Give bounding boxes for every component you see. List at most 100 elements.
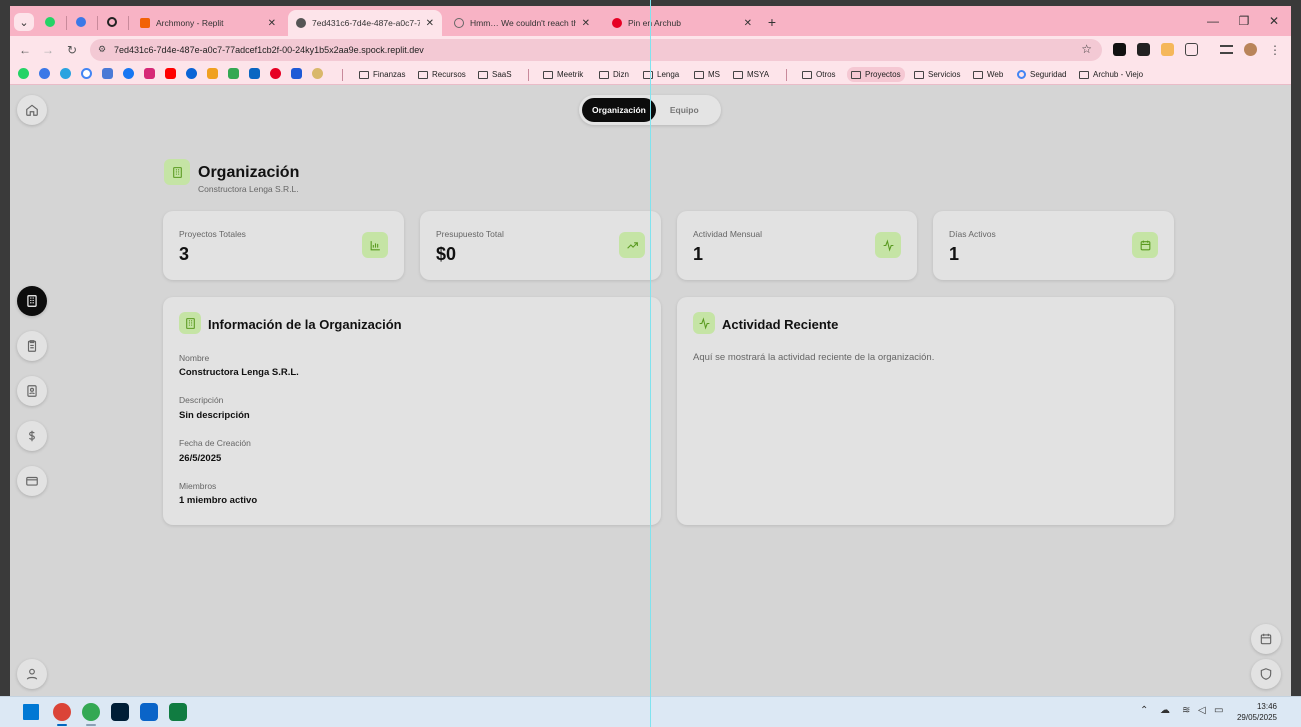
- bookmark-folder[interactable]: Web: [973, 67, 1003, 82]
- maximize-button[interactable]: ❐: [1230, 11, 1258, 31]
- calendar-bookmark-icon[interactable]: [102, 68, 113, 79]
- instagram-icon[interactable]: [144, 68, 155, 79]
- chrome-icon[interactable]: [53, 703, 71, 721]
- contact-card-icon: [27, 385, 37, 397]
- battery-icon[interactable]: ▭: [1214, 705, 1223, 716]
- onedrive-icon[interactable]: ☁: [1160, 705, 1170, 716]
- bookmark-folder[interactable]: Dizn: [599, 67, 629, 82]
- onedrive-icon[interactable]: [186, 68, 197, 79]
- bookmark-folder[interactable]: Meetrik: [543, 67, 583, 82]
- linkedin-icon[interactable]: [249, 68, 260, 79]
- address-bar[interactable]: ⚙ 7ed431c6-7d4e-487e-a0c7-77adcef1cb2f-0…: [90, 39, 1102, 61]
- bookmark-star-icon[interactable]: ☆: [1081, 42, 1092, 56]
- bookmark-folder[interactable]: Finanzas: [359, 67, 405, 82]
- behance-icon[interactable]: [291, 68, 302, 79]
- bookmark-folder[interactable]: Proyectos: [847, 67, 905, 82]
- telegram-icon[interactable]: [60, 68, 71, 79]
- outlook-icon[interactable]: [140, 703, 158, 721]
- pinterest-icon: [612, 18, 622, 28]
- panel-icon-box: [693, 312, 715, 334]
- bookmark-folder[interactable]: Otros: [802, 67, 836, 82]
- forward-arrow-icon[interactable]: →: [39, 41, 57, 59]
- extension-icon[interactable]: [1137, 43, 1150, 56]
- tab-error-page[interactable]: Hmm… We couldn't reach this page ✕: [446, 10, 598, 36]
- bookmark-folder[interactable]: Lenga: [643, 67, 679, 82]
- photoshop-icon[interactable]: [111, 703, 129, 721]
- close-icon[interactable]: ✕: [744, 18, 752, 29]
- home-button[interactable]: [17, 95, 47, 125]
- volume-icon[interactable]: ◁: [1198, 705, 1206, 716]
- field-value: 1 miembro activo: [179, 495, 258, 506]
- tab-title: 7ed431c6-7d4e-487e-a0c7-77adcef1cb2f: [312, 18, 420, 28]
- tab-title: Archmony - Replit: [156, 18, 224, 28]
- calendar-button[interactable]: [1251, 624, 1281, 654]
- stat-card-presupuesto: Presupuesto Total $0: [420, 211, 661, 280]
- active-indicator: [57, 724, 67, 726]
- field-label: Descripción: [179, 395, 224, 405]
- google-icon: [1017, 70, 1026, 79]
- close-icon[interactable]: ✕: [268, 18, 276, 29]
- reading-list-icon[interactable]: [1220, 45, 1233, 54]
- bookmark-folder[interactable]: Recursos: [418, 67, 466, 82]
- tab-pinterest[interactable]: Pin en Archub ✕: [604, 10, 760, 36]
- close-window-button[interactable]: ✕: [1260, 11, 1288, 31]
- contacts-nav-button[interactable]: [17, 376, 47, 406]
- whatsapp-icon[interactable]: [18, 68, 29, 79]
- folder-icon: [851, 70, 861, 79]
- close-icon[interactable]: ✕: [582, 18, 590, 29]
- drive-icon[interactable]: [228, 68, 239, 79]
- organization-nav-button[interactable]: [17, 286, 47, 316]
- stat-label: Presupuesto Total: [436, 229, 504, 239]
- bookmark-icon[interactable]: [207, 68, 218, 79]
- payments-nav-button[interactable]: [17, 466, 47, 496]
- pinned-tab-icon[interactable]: [71, 13, 91, 31]
- finance-nav-button[interactable]: [17, 421, 47, 451]
- replit-favicon-icon: [140, 18, 150, 28]
- pinned-tab-icon-2[interactable]: [102, 13, 122, 31]
- tab-archmony[interactable]: Archmony - Replit ✕: [132, 10, 284, 36]
- bookmark-folder[interactable]: MSYA: [733, 67, 769, 82]
- clipboard-nav-button[interactable]: [17, 331, 47, 361]
- tab-organizacion[interactable]: Organización: [582, 98, 656, 122]
- tab-active-replit[interactable]: 7ed431c6-7d4e-487e-a0c7-77adcef1cb2f ✕: [288, 10, 442, 36]
- calendar-icon: [1260, 633, 1272, 645]
- bookmark-folder[interactable]: Servicios: [914, 67, 960, 82]
- calendar-icon: [1140, 240, 1150, 250]
- bookmark-folder[interactable]: Archub - Viejo: [1079, 67, 1143, 82]
- home-icon: [26, 104, 38, 116]
- bookmark-icon[interactable]: [39, 68, 50, 79]
- new-tab-button[interactable]: +: [762, 13, 782, 31]
- folder-icon: [1079, 70, 1089, 79]
- chevron-up-icon[interactable]: ⌃: [1140, 705, 1148, 716]
- extension-icon[interactable]: [1113, 43, 1126, 56]
- avatar[interactable]: [1244, 43, 1257, 56]
- extension-icon[interactable]: [1161, 43, 1174, 56]
- facebook-icon[interactable]: [123, 68, 134, 79]
- profile-button[interactable]: [17, 659, 47, 689]
- bookmark-icon[interactable]: [312, 68, 323, 79]
- security-button[interactable]: [1251, 659, 1281, 689]
- credit-card-icon: [26, 476, 38, 486]
- clock[interactable]: 13:46 29/05/2025: [1237, 701, 1277, 723]
- time: 13:46: [1256, 702, 1277, 711]
- site-info-icon[interactable]: ⚙: [98, 44, 106, 55]
- wifi-icon[interactable]: ≋: [1182, 705, 1190, 716]
- bookmark-folder[interactable]: SaaS: [478, 67, 512, 82]
- back-arrow-icon[interactable]: ←: [16, 41, 34, 59]
- tab-equipo[interactable]: Equipo: [656, 98, 713, 122]
- youtube-icon[interactable]: [165, 68, 176, 79]
- chrome-icon[interactable]: [82, 703, 100, 721]
- excel-icon[interactable]: [169, 703, 187, 721]
- google-icon[interactable]: [81, 68, 92, 79]
- bookmark-link[interactable]: Seguridad: [1017, 67, 1066, 82]
- minimize-button[interactable]: —: [1199, 11, 1227, 31]
- tab-search-button[interactable]: ⌄: [14, 13, 34, 31]
- pinterest-icon[interactable]: [270, 68, 281, 79]
- reload-icon[interactable]: ↻: [63, 41, 81, 59]
- whatsapp-tab-icon[interactable]: [40, 13, 60, 31]
- menu-dots-icon[interactable]: ⋮: [1266, 41, 1284, 59]
- puzzle-icon[interactable]: [1185, 43, 1198, 56]
- bookmark-folder[interactable]: MS: [694, 67, 720, 82]
- close-icon[interactable]: ✕: [426, 18, 434, 29]
- windows-start-icon[interactable]: [23, 704, 39, 720]
